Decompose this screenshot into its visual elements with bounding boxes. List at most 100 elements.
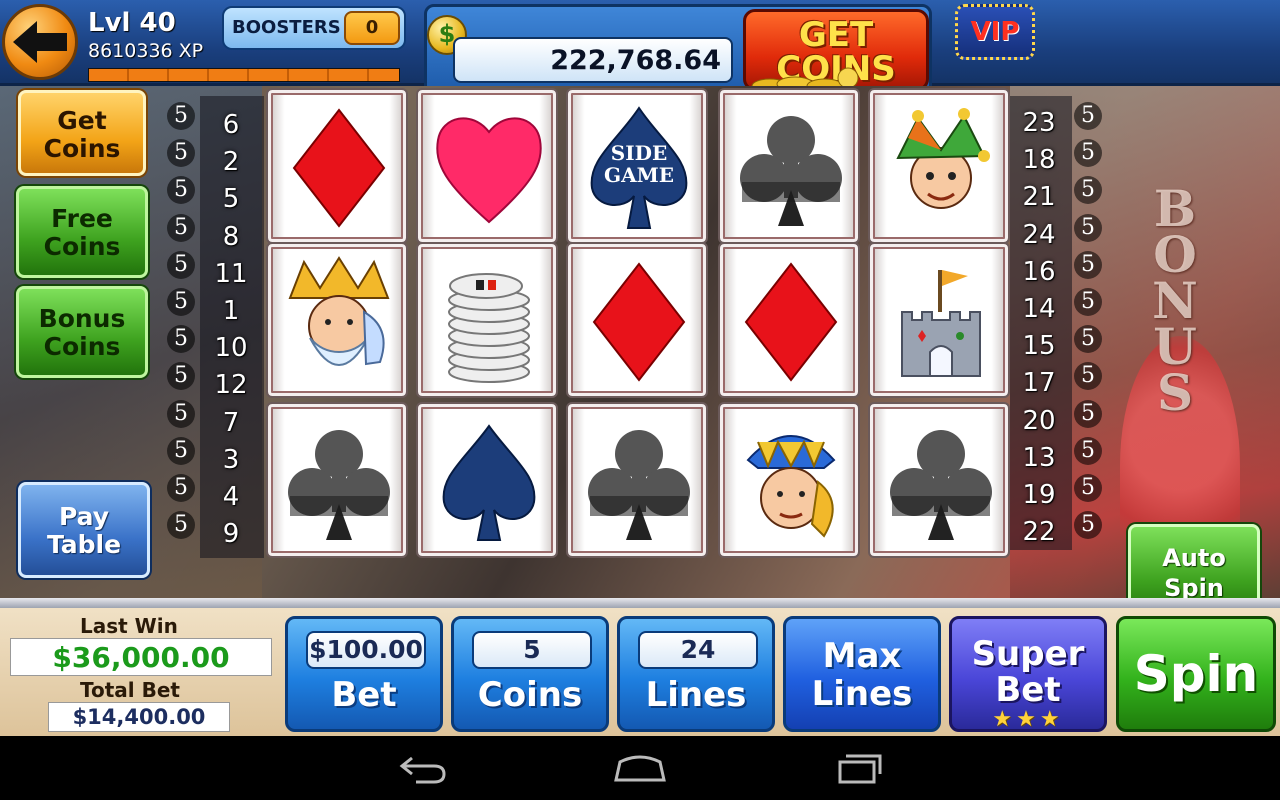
reel-symbol-poker-chips xyxy=(416,242,558,398)
jester-icon xyxy=(896,108,990,209)
back-button[interactable] xyxy=(2,4,78,80)
last-win-box: $36,000.00 xyxy=(10,638,272,676)
reel-symbol-side-game-spade: SIDE GAME xyxy=(566,88,708,244)
android-nav-bar xyxy=(0,736,1280,800)
club-icon xyxy=(588,430,690,540)
pay-table-button[interactable]: Pay Table xyxy=(18,482,150,578)
boosters-button[interactable]: BOOSTERS 0 xyxy=(222,6,406,50)
side-game-text-line1: SIDE xyxy=(611,141,667,165)
poker-chips-icon xyxy=(448,273,530,383)
bet-level-badge: 5 xyxy=(1074,399,1102,428)
reel-symbol-diamond xyxy=(718,242,860,398)
payline-number: 13 xyxy=(1022,442,1056,473)
recent-apps-icon[interactable] xyxy=(826,750,886,786)
bet-button[interactable]: $100.00 Bet xyxy=(285,616,443,732)
bet-level-badge: 5 xyxy=(167,511,195,540)
bet-level-badge: 5 xyxy=(1074,102,1102,130)
slot-reels: SIDE GAME xyxy=(262,86,1010,584)
auto-spin-line1: Auto xyxy=(1162,544,1226,572)
payline-number: 2 xyxy=(222,147,240,178)
lines-button[interactable]: 24 Lines xyxy=(617,616,775,732)
arrow-left-icon xyxy=(13,21,67,63)
king-icon xyxy=(288,256,390,366)
free-coins-line1: Free xyxy=(51,204,113,233)
super-bet-line1: Super xyxy=(971,634,1085,674)
bonus-coins-line2: Coins xyxy=(43,332,121,361)
bet-label: Bet xyxy=(331,675,397,715)
bet-level-badge: 5 xyxy=(167,213,195,242)
club-icon xyxy=(288,430,390,540)
get-coins-side-button[interactable]: Get Coins xyxy=(18,90,146,176)
reel-symbol-jack xyxy=(718,402,860,558)
bet-level-badge: 5 xyxy=(1074,436,1102,465)
coins-value: 5 xyxy=(472,631,592,669)
bet-level-badge: 5 xyxy=(167,102,195,130)
get-coins-side-line1: Get xyxy=(57,106,107,135)
lines-label: Lines xyxy=(645,675,747,715)
total-bet-label: Total Bet xyxy=(80,678,180,702)
get-coins-side-line2: Coins xyxy=(43,134,121,163)
diamond-icon xyxy=(292,108,386,228)
total-bet-box: $14,400.00 xyxy=(48,702,230,732)
payline-number: 15 xyxy=(1022,331,1056,362)
reel-symbol-diamond xyxy=(266,88,408,244)
coin-balance-box: 222,768.64 xyxy=(453,37,733,83)
reel-symbol-club xyxy=(266,402,408,558)
xp-progress-fill xyxy=(89,69,399,81)
payline-number: 21 xyxy=(1022,182,1056,213)
payline-number: 22 xyxy=(1022,517,1056,548)
jack-icon xyxy=(746,435,836,538)
payline-number: 1 xyxy=(222,296,240,326)
bonus-coins-line1: Bonus xyxy=(38,304,126,333)
bet-level-badge: 5 xyxy=(167,250,195,279)
bet-level-badge: 5 xyxy=(1074,511,1102,540)
free-coins-line2: Coins xyxy=(43,232,121,261)
bet-level-badge: 5 xyxy=(167,288,195,316)
vip-label: VIP xyxy=(970,17,1020,47)
reel-symbol-club xyxy=(868,402,1010,558)
reel-symbol-diamond xyxy=(566,242,708,398)
reel-symbol-club xyxy=(566,402,708,558)
top-bar: Lvl 40 8610336 XP BOOSTERS 0 $ 222,768.6… xyxy=(0,0,1280,118)
bonus-letter: S xyxy=(1156,363,1194,422)
free-coins-button[interactable]: Free Coins xyxy=(16,186,148,278)
bet-level-badge: 5 xyxy=(1074,474,1102,502)
back-icon[interactable] xyxy=(394,750,454,786)
payline-number: 9 xyxy=(222,519,240,550)
payline-number: 18 xyxy=(1022,145,1056,176)
payline-number: 5 xyxy=(222,184,240,215)
bet-level-badge: 5 xyxy=(167,474,195,502)
bet-value: $100.00 xyxy=(306,631,426,669)
club-icon xyxy=(890,430,992,540)
coins-button[interactable]: 5 Coins xyxy=(451,616,609,732)
diamond-icon xyxy=(592,262,686,382)
club-icon xyxy=(740,116,842,226)
max-lines-button[interactable]: Max Lines xyxy=(783,616,941,732)
last-win-value: $36,000.00 xyxy=(52,641,230,674)
payline-number: 3 xyxy=(222,444,240,475)
boosters-label: BOOSTERS xyxy=(232,17,341,38)
payline-number: 19 xyxy=(1022,480,1056,510)
bet-level-badge: 5 xyxy=(167,139,195,168)
bet-level-badge: 5 xyxy=(167,325,195,354)
payline-number: 12 xyxy=(214,370,248,401)
reel-symbol-castle xyxy=(868,242,1010,398)
coins-label: Coins xyxy=(477,675,583,715)
super-bet-button[interactable]: Super Bet ★★★ xyxy=(949,616,1107,732)
bet-level-badge: 5 xyxy=(1074,325,1102,354)
reel-symbol-spade xyxy=(416,402,558,558)
vip-button[interactable]: VIP xyxy=(955,4,1035,60)
pay-table-line1: Pay xyxy=(58,502,110,531)
diamond-icon xyxy=(744,262,838,382)
payline-number: 10 xyxy=(214,333,248,364)
home-icon[interactable] xyxy=(610,750,670,786)
payline-number: 20 xyxy=(1022,405,1056,436)
bonus-coins-button[interactable]: Bonus Coins xyxy=(16,286,148,378)
reel-symbol-king xyxy=(266,242,408,398)
get-coins-top-line1: GET xyxy=(798,15,874,55)
payline-number: 17 xyxy=(1022,368,1056,399)
spin-button[interactable]: Spin xyxy=(1116,616,1276,732)
bet-level-badge: 5 xyxy=(1074,288,1102,316)
super-bet-stars-icon: ★★★ xyxy=(992,707,1064,732)
bet-level-badge: 5 xyxy=(1074,250,1102,279)
